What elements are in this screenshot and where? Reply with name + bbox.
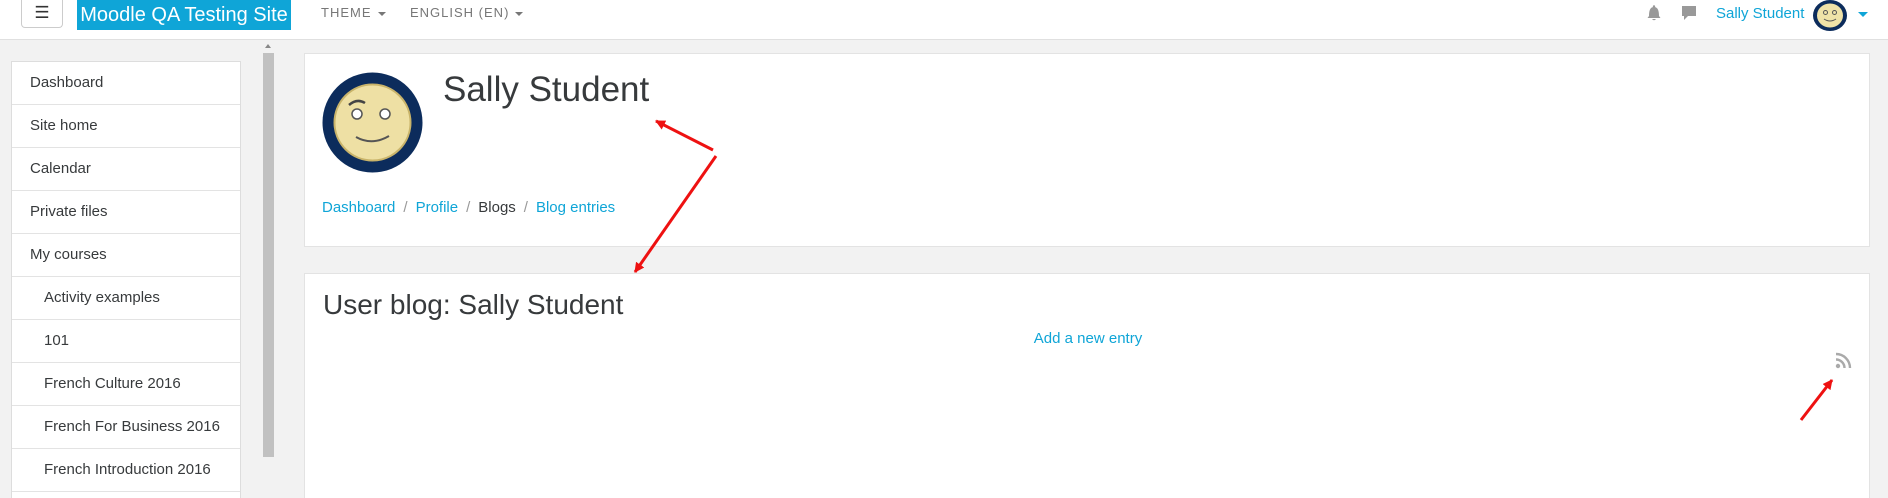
blog-heading: User blog: Sally Student	[323, 289, 624, 320]
breadcrumb-separator: /	[523, 199, 528, 216]
breadcrumb-profile[interactable]: Profile	[416, 199, 459, 216]
breadcrumb-separator: /	[466, 199, 471, 216]
chevron-down-icon	[515, 11, 524, 16]
user-avatar-large	[322, 72, 423, 173]
page-header: Sally Student Dashboard / Profile / Blogs / Bl…	[304, 53, 1870, 247]
breadcrumb: Dashboard / Profile / Blogs / Blog entries	[322, 199, 615, 216]
sidebar-item-french-culture-2016[interactable]: French Culture 2016	[12, 363, 240, 406]
theme-menu[interactable]: THEME	[321, 5, 386, 20]
navigation-drawer: Dashboard Site home Calendar Private fil…	[11, 61, 241, 498]
add-new-entry-link[interactable]: Add a new entry	[305, 330, 1871, 347]
site-name-link[interactable]: Moodle QA Testing Site	[77, 0, 291, 30]
sidebar-item-private-files[interactable]: Private files	[12, 191, 240, 234]
user-avatar-small[interactable]	[1812, 0, 1848, 31]
chat-bubble-icon[interactable]	[1680, 4, 1698, 22]
breadcrumb-dashboard[interactable]: Dashboard	[322, 199, 395, 216]
breadcrumb-blog-entries[interactable]: Blog entries	[536, 199, 615, 216]
rss-icon[interactable]	[1835, 352, 1852, 369]
scroll-up-arrow-icon[interactable]	[265, 44, 271, 48]
page-title: Sally Student	[443, 70, 650, 109]
sidebar-scrollbar[interactable]	[262, 44, 274, 498]
breadcrumb-separator: /	[403, 199, 408, 216]
sidebar-item-calendar[interactable]: Calendar	[12, 148, 240, 191]
chevron-down-icon[interactable]	[1858, 12, 1868, 17]
language-menu-label: ENGLISH (EN)	[410, 5, 510, 20]
bell-icon[interactable]	[1646, 4, 1662, 22]
sidebar-item-dashboard[interactable]: Dashboard	[12, 62, 240, 105]
sidebar-item-101[interactable]: 101	[12, 320, 240, 363]
main-content: User blog: Sally Student Add a new entry	[304, 273, 1870, 498]
scrollbar-thumb[interactable]	[263, 53, 274, 457]
menu-toggle-button[interactable]: ☰	[21, 0, 63, 28]
top-navbar: ☰ Moodle QA Testing Site THEME ENGLISH (…	[0, 0, 1888, 40]
sidebar-item-my-courses[interactable]: My courses	[12, 234, 240, 277]
sidebar-item-activity-examples[interactable]: Activity examples	[12, 277, 240, 320]
sidebar-item-french-introduction-2016[interactable]: French Introduction 2016	[12, 449, 240, 492]
sidebar-item-site-home[interactable]: Site home	[12, 105, 240, 148]
chevron-down-icon	[377, 11, 386, 16]
user-menu-name[interactable]: Sally Student	[1716, 5, 1804, 22]
sidebar-item-french-for-business-2016[interactable]: French For Business 2016	[12, 406, 240, 449]
language-menu[interactable]: ENGLISH (EN)	[410, 5, 524, 20]
theme-menu-label: THEME	[321, 5, 372, 20]
breadcrumb-blogs: Blogs	[478, 199, 516, 216]
